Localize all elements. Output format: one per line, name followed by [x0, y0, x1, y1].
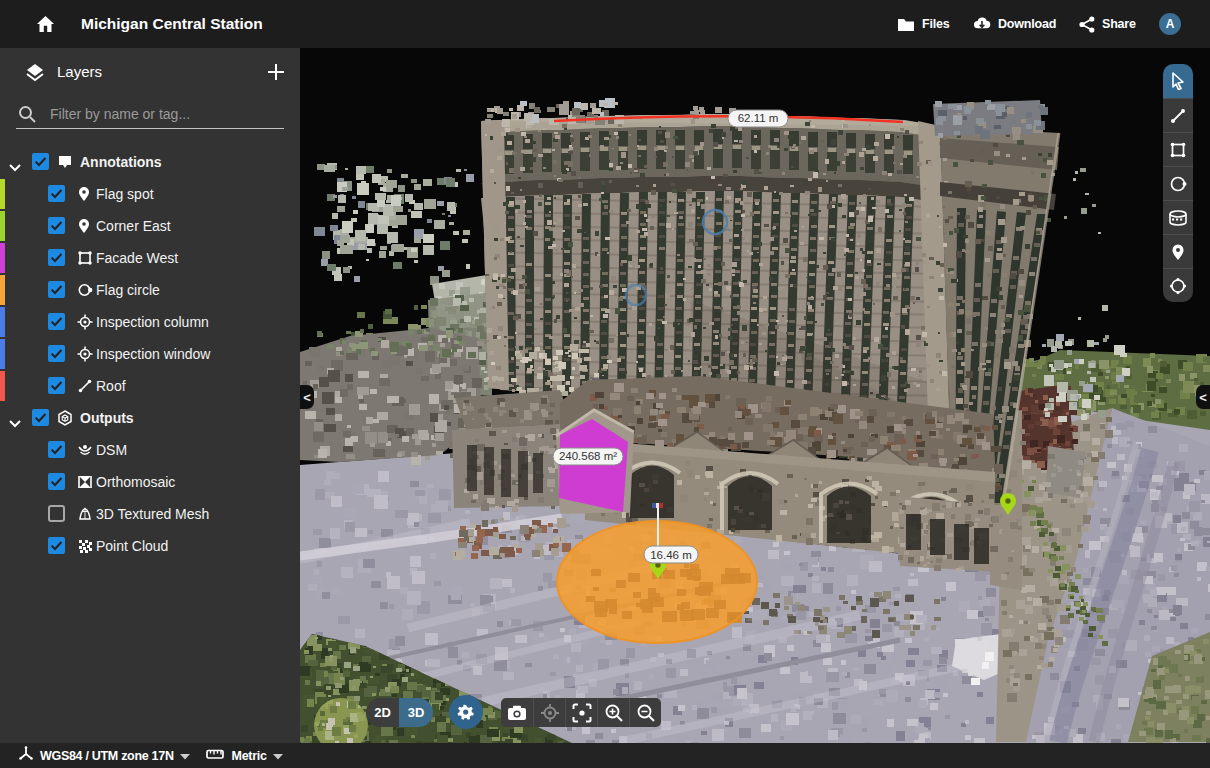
- svg-text:16.46 m: 16.46 m: [650, 549, 692, 561]
- svg-text:240.568 m²: 240.568 m²: [559, 450, 617, 462]
- svg-text:62.11 m: 62.11 m: [738, 112, 779, 124]
